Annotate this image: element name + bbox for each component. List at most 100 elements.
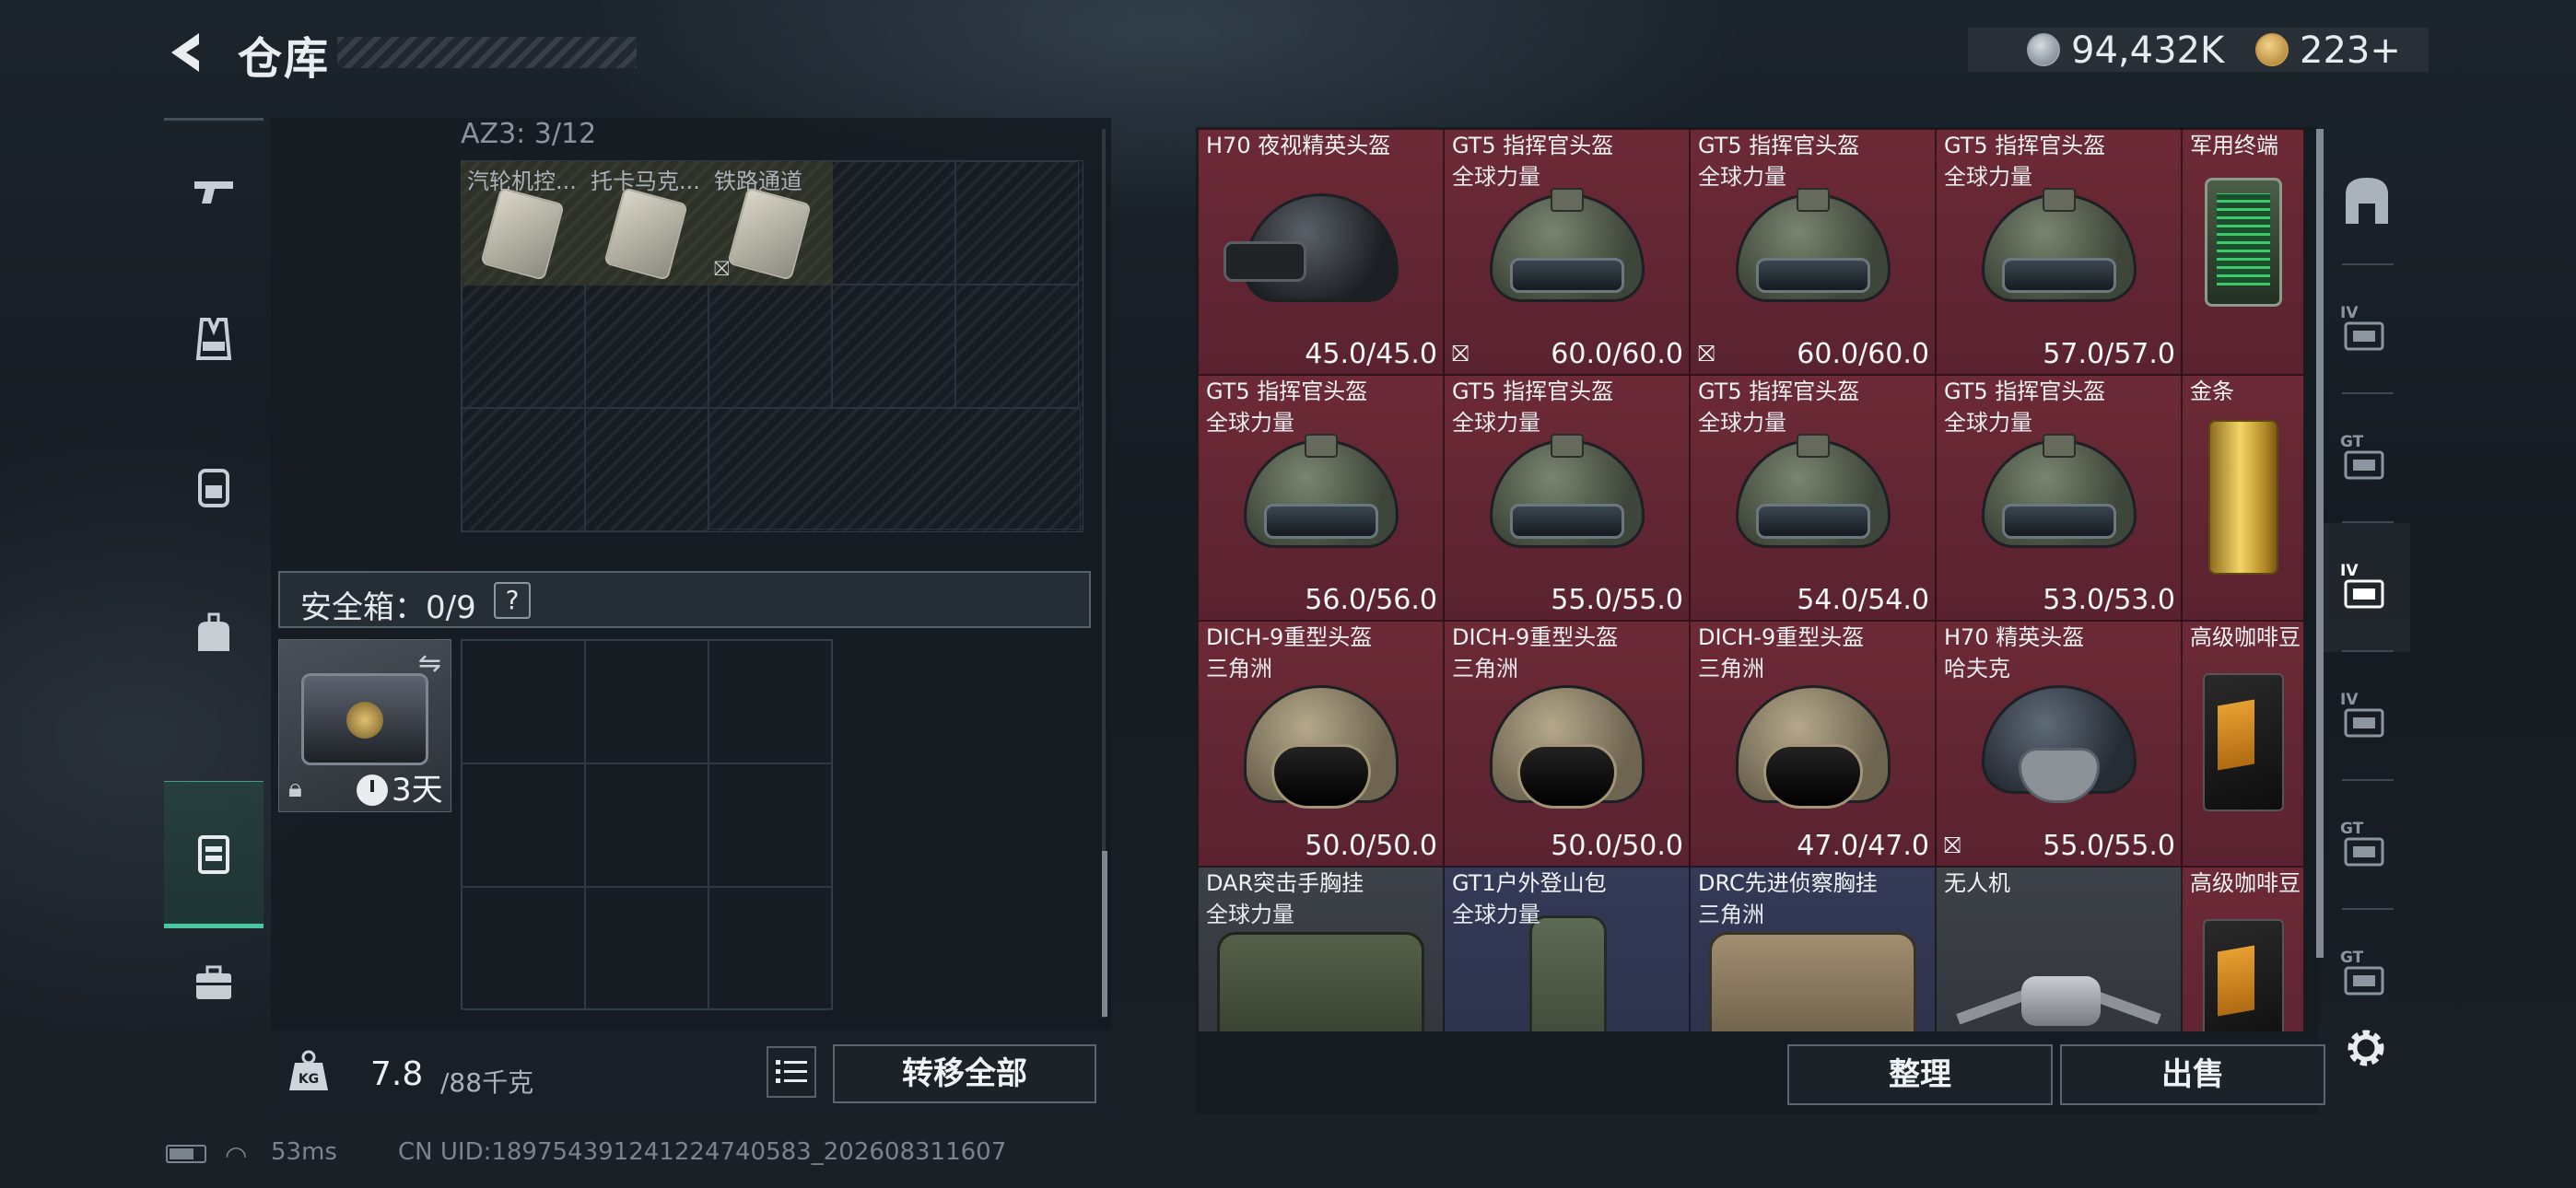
item-name: GT5 指挥官头盔 xyxy=(1452,379,1614,404)
grid-slot[interactable] xyxy=(585,408,708,531)
item-name: GT5 指挥官头盔 xyxy=(1698,379,1860,404)
grid-slot[interactable] xyxy=(708,887,832,1010)
item-faction: 三角洲 xyxy=(1452,656,1518,681)
safe-box-item[interactable]: ⇋ 🔒︎ 3天 xyxy=(278,639,451,812)
item-faction: 全球力量 xyxy=(1206,902,1294,927)
backpack-icon xyxy=(198,469,229,507)
grid-slot[interactable] xyxy=(585,763,708,887)
container-grid[interactable]: 汽轮机控... 托卡马克... 铁路通道 ⛝ xyxy=(461,160,1083,532)
back-button[interactable] xyxy=(162,28,212,77)
no-insure-icon: ⛝ xyxy=(714,258,730,281)
pistol-icon xyxy=(194,181,233,204)
transfer-all-button[interactable]: 转移全部 xyxy=(833,1044,1096,1103)
briefcase-icon xyxy=(196,965,231,999)
rail-item-container[interactable] xyxy=(164,781,263,928)
helmet-green-icon xyxy=(1981,433,2137,572)
grid-slot[interactable] xyxy=(462,285,585,408)
safe-box-time-left: 3天 xyxy=(392,772,443,809)
left-scrollbar-thumb[interactable] xyxy=(1102,851,1107,1017)
item-cell[interactable]: H70 夜视精英头盔 45.0/45.0 xyxy=(1198,129,1444,375)
filter-gt-vest-filter[interactable]: GT xyxy=(2324,394,2410,523)
item-cell[interactable]: DAR突击手胸挂 全球力量 xyxy=(1198,867,1444,1031)
filter-tier4-helmet-filter[interactable]: IV xyxy=(2324,265,2410,394)
grid-slot[interactable] xyxy=(585,285,708,408)
grid-slot-large[interactable] xyxy=(708,408,1081,530)
filter-gt-filter[interactable]: GT xyxy=(2324,781,2410,910)
lock-icon: 🔒︎ xyxy=(288,773,302,803)
list-view-button[interactable] xyxy=(767,1046,816,1098)
keycard-icon xyxy=(480,187,565,281)
item-durability: 45.0/45.0 xyxy=(1305,338,1437,370)
back-arrow-icon xyxy=(171,33,199,72)
user-uid: CN UID:18975439124122474058​3_2026083116… xyxy=(398,1138,1007,1166)
rail-item-vest[interactable] xyxy=(164,265,263,413)
item-cell[interactable]: 军用终端 xyxy=(2182,129,2304,375)
item-faction: 三角洲 xyxy=(1698,656,1764,681)
grid-slot[interactable] xyxy=(462,408,585,531)
rail-item-weapons[interactable] xyxy=(164,118,263,265)
container-item[interactable]: 铁路通道 ⛝ xyxy=(708,161,832,285)
item-cell[interactable]: GT5 指挥官头盔 全球力量 54.0/54.0 xyxy=(1690,375,1936,621)
container-item[interactable]: 托卡马克... xyxy=(585,161,708,285)
container-item[interactable]: 汽轮机控... xyxy=(462,161,585,285)
item-name: DICH-9重型头盔 xyxy=(1452,624,1619,650)
warehouse-grid[interactable]: H70 夜视精英头盔 45.0/45.0 GT5 指挥官头盔 全球力量 60.0/60.… xyxy=(1198,129,2305,1031)
grid-slot[interactable] xyxy=(462,887,585,1010)
filter-gt-pack-filter[interactable]: GT xyxy=(2324,910,2410,1039)
svg-text:KG: KG xyxy=(299,1072,319,1087)
grid-slot[interactable] xyxy=(708,285,832,408)
helmet-green-icon xyxy=(1489,433,1645,572)
item-faction: 全球力量 xyxy=(1698,410,1786,436)
grid-slot[interactable] xyxy=(832,161,955,285)
sort-button[interactable]: 整理 xyxy=(1787,1044,2053,1105)
container-icon xyxy=(198,835,229,874)
item-cell[interactable]: DRC先进侦察胸挂 三角洲 xyxy=(1690,867,1936,1031)
item-cell[interactable]: GT5 指挥官头盔 全球力量 53.0/53.0 xyxy=(1936,375,2182,621)
swap-icon[interactable]: ⇋ xyxy=(418,647,441,680)
item-cell[interactable]: 高级咖啡豆 xyxy=(2182,867,2304,1031)
grid-slot[interactable] xyxy=(462,763,585,887)
grid-slot[interactable] xyxy=(585,640,708,763)
grid-slot[interactable] xyxy=(708,640,832,763)
gt-vest-filter-icon: GT xyxy=(2340,433,2384,480)
grid-slot[interactable] xyxy=(832,285,955,408)
page-title: 仓库 xyxy=(238,33,331,85)
item-name: 高级咖啡豆 xyxy=(2190,624,2301,650)
right-scrollbar-thumb[interactable] xyxy=(2316,129,2324,958)
grid-slot[interactable] xyxy=(708,763,832,887)
item-name: 金条 xyxy=(2190,379,2234,404)
safe-box-grid[interactable] xyxy=(461,639,833,1010)
item-cell[interactable]: DICH-9重型头盔 三角洲 50.0/50.0 xyxy=(1198,621,1444,867)
item-cell[interactable]: DICH-9重型头盔 三角洲 47.0/47.0 xyxy=(1690,621,1936,867)
no-insure-icon: ⛝ xyxy=(1698,341,1715,367)
filter-all-items[interactable] xyxy=(2324,136,2410,265)
rail-item-briefcase[interactable] xyxy=(164,910,263,1057)
filter-tier4-armor-filter[interactable]: IV xyxy=(2324,523,2410,652)
settings-button[interactable] xyxy=(2340,1022,2392,1074)
item-cell[interactable]: DICH-9重型头盔 三角洲 50.0/50.0 xyxy=(1444,621,1690,867)
item-cell[interactable]: GT5 指挥官头盔 全球力量 57.0/57.0 xyxy=(1936,129,2182,375)
grid-slot[interactable] xyxy=(585,887,708,1010)
grid-slot[interactable] xyxy=(955,161,1079,285)
add-gold-icon[interactable]: + xyxy=(2370,29,2401,72)
item-cell[interactable]: GT5 指挥官头盔 全球力量 60.0/60.0 ⛝ xyxy=(1690,129,1936,375)
item-cell[interactable]: 无人机 xyxy=(1936,867,2182,1031)
grid-slot[interactable] xyxy=(462,640,585,763)
filter-tier4-bag-filter[interactable]: IV xyxy=(2324,652,2410,781)
clock-icon xyxy=(357,775,388,806)
item-faction: 三角洲 xyxy=(1206,656,1272,681)
rail-item-backpack[interactable] xyxy=(164,413,263,560)
item-cell[interactable]: GT5 指挥官头盔 全球力量 60.0/60.0 ⛝ xyxy=(1444,129,1690,375)
item-cell[interactable]: 高级咖啡豆 xyxy=(2182,621,2304,867)
gold-amount[interactable]: 223+ xyxy=(2300,29,2401,72)
item-cell[interactable]: GT5 指挥官头盔 全球力量 55.0/55.0 xyxy=(1444,375,1690,621)
item-cell[interactable]: GT5 指挥官头盔 全球力量 56.0/56.0 xyxy=(1198,375,1444,621)
help-icon[interactable]: ? xyxy=(494,582,531,619)
item-cell[interactable]: GT1户外登山包 全球力量 xyxy=(1444,867,1690,1031)
item-cell[interactable]: 金条 xyxy=(2182,375,2304,621)
item-faction: 全球力量 xyxy=(1944,164,2032,190)
grid-slot[interactable] xyxy=(955,285,1079,408)
sell-button[interactable]: 出售 xyxy=(2060,1044,2325,1105)
rail-item-bag[interactable] xyxy=(164,560,263,707)
item-cell[interactable]: H70 精英头盔 哈夫克 55.0/55.0 ⛝ xyxy=(1936,621,2182,867)
